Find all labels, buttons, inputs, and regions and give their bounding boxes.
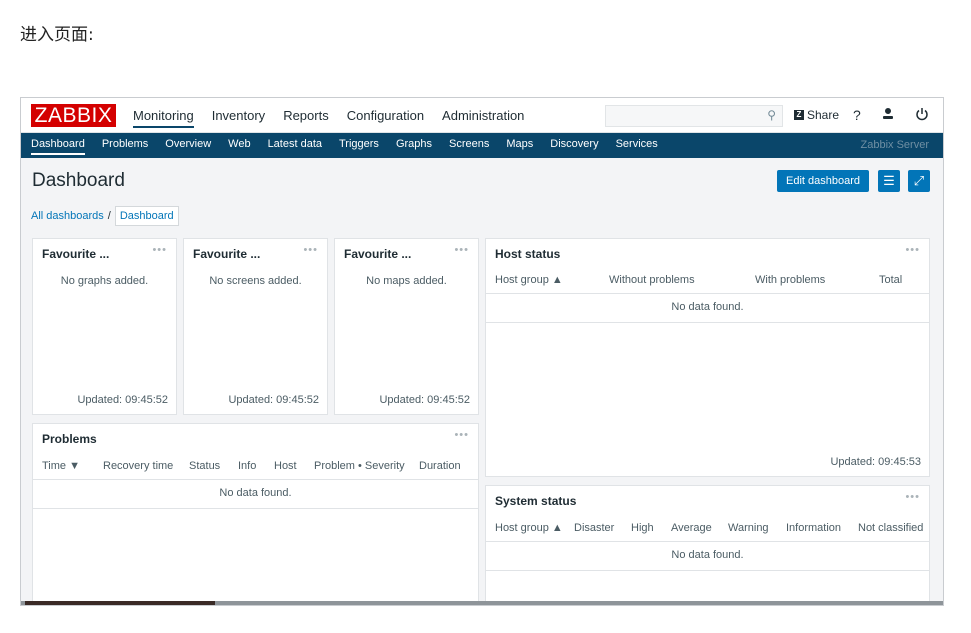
submenu-triggers[interactable]: Triggers [339,138,379,155]
widget-menu-icon[interactable]: ••• [152,244,167,256]
server-name: Zabbix Server [860,139,929,151]
column-recovery-time: Recovery time [103,460,174,472]
favourite-maps-widget: Favourite ... ••• No maps added. Updated… [334,238,479,415]
widget-title: Problems [42,432,97,446]
submenu-problems[interactable]: Problems [102,138,148,155]
favourite-graphs-widget: Favourite ... ••• No graphs added. Updat… [32,238,177,415]
browser-frame: ZABBIX Monitoring Inventory Reports Conf… [20,97,944,606]
submenu-discovery[interactable]: Discovery [550,138,598,155]
widget-title: Favourite ... [344,247,412,261]
favourite-screens-widget: Favourite ... ••• No screens added. Upda… [183,238,328,415]
menu-configuration[interactable]: Configuration [347,108,424,128]
column-host: Host [274,460,297,472]
host-status-widget: Host status ••• Host group ▲ Without pro… [485,238,930,477]
bottom-strip-dark [25,601,215,605]
widget-updated: Updated: 09:45:52 [77,394,168,406]
search-input[interactable]: ⚲ [605,105,783,127]
widget-updated: Updated: 09:45:52 [228,394,319,406]
submenu-web[interactable]: Web [228,138,250,155]
no-data-message: No data found. [33,487,478,509]
logout-icon[interactable] [915,107,929,124]
table-header: Host group ▲ Disaster High Average Warni… [486,522,929,542]
hamburger-icon: ☰ [883,173,895,188]
sub-menu: Dashboard Problems Overview Web Latest d… [31,138,658,155]
no-data-message: No data found. [486,301,929,323]
submenu-graphs[interactable]: Graphs [396,138,432,155]
user-profile-icon[interactable] [881,107,895,124]
column-total: Total [879,274,903,286]
no-data-message: No data found. [486,549,929,571]
column-problem-severity: Problem • Severity [314,460,405,472]
column-time[interactable]: Time ▼ [42,460,103,472]
bottom-strip [21,601,943,605]
column-high: High [631,522,654,534]
fullscreen-button[interactable]: ⤢ [908,170,930,192]
submenu-dashboard[interactable]: Dashboard [31,138,85,155]
edit-dashboard-button[interactable]: Edit dashboard [777,170,869,192]
widget-updated: Updated: 09:45:52 [379,394,470,406]
share-icon: Z [794,110,804,120]
breadcrumb: All dashboards / Dashboard [31,206,179,226]
column-duration: Duration [419,460,461,472]
submenu-screens[interactable]: Screens [449,138,489,155]
zabbix-logo[interactable]: ZABBIX [31,104,116,127]
top-bar: ZABBIX Monitoring Inventory Reports Conf… [21,98,943,133]
column-without-problems: Without problems [609,274,695,286]
table-header: Time ▼ Recovery time Status Info Host Pr… [33,460,478,480]
help-icon[interactable]: ? [853,107,861,124]
column-with-problems: With problems [755,274,826,286]
breadcrumb-separator: / [107,210,111,222]
system-status-widget: System status ••• Host group ▲ Disaster … [485,485,930,605]
problems-widget: Problems ••• Time ▼ Recovery time Status… [32,423,479,605]
menu-inventory[interactable]: Inventory [212,108,265,128]
column-host-group[interactable]: Host group ▲ [495,274,609,286]
column-status: Status [189,460,221,472]
column-host-group[interactable]: Host group ▲ [495,522,574,534]
column-warning: Warning [728,522,769,534]
column-disaster: Disaster [574,522,615,534]
menu-monitoring[interactable]: Monitoring [133,108,194,128]
widget-message: No screens added. [209,275,302,287]
widget-menu-icon[interactable]: ••• [905,244,920,256]
submenu-overview[interactable]: Overview [165,138,211,155]
column-not-classified: Not classified [858,522,924,534]
menu-reports[interactable]: Reports [283,108,329,128]
widget-updated: Updated: 09:45:53 [830,456,921,468]
widget-menu-icon[interactable]: ••• [303,244,318,256]
breadcrumb-current[interactable]: Dashboard [114,206,179,226]
breadcrumb-all-dashboards[interactable]: All dashboards [31,210,104,222]
search-icon[interactable]: ⚲ [767,108,776,122]
share-label: Share [807,108,840,122]
submenu-latest-data[interactable]: Latest data [268,138,322,155]
share-button[interactable]: Z Share [794,108,839,122]
table-header: Host group ▲ Without problems With probl… [486,274,929,294]
column-info: Info [238,460,257,472]
widget-menu-icon[interactable]: ••• [454,244,469,256]
submenu-maps[interactable]: Maps [506,138,533,155]
widget-title: Favourite ... [193,247,261,261]
menu-button[interactable]: ☰ [878,170,900,192]
fullscreen-icon: ⤢ [913,173,925,188]
widget-message: No graphs added. [60,275,149,287]
page-title: Dashboard [32,170,125,191]
sub-menu-bar: Dashboard Problems Overview Web Latest d… [21,133,943,158]
top-icons: ? [853,107,929,124]
column-information: Information [786,522,842,534]
page-caption: 进入页面: [20,25,94,45]
widget-title: Favourite ... [42,247,110,261]
widget-title: System status [495,494,577,508]
widget-title: Host status [495,247,561,261]
submenu-services[interactable]: Services [616,138,658,155]
widget-message: No maps added. [366,275,447,287]
widget-menu-icon[interactable]: ••• [905,491,920,503]
column-average: Average [671,522,712,534]
menu-administration[interactable]: Administration [442,108,524,128]
main-menu: Monitoring Inventory Reports Configurati… [133,108,524,128]
widget-menu-icon[interactable]: ••• [454,429,469,441]
